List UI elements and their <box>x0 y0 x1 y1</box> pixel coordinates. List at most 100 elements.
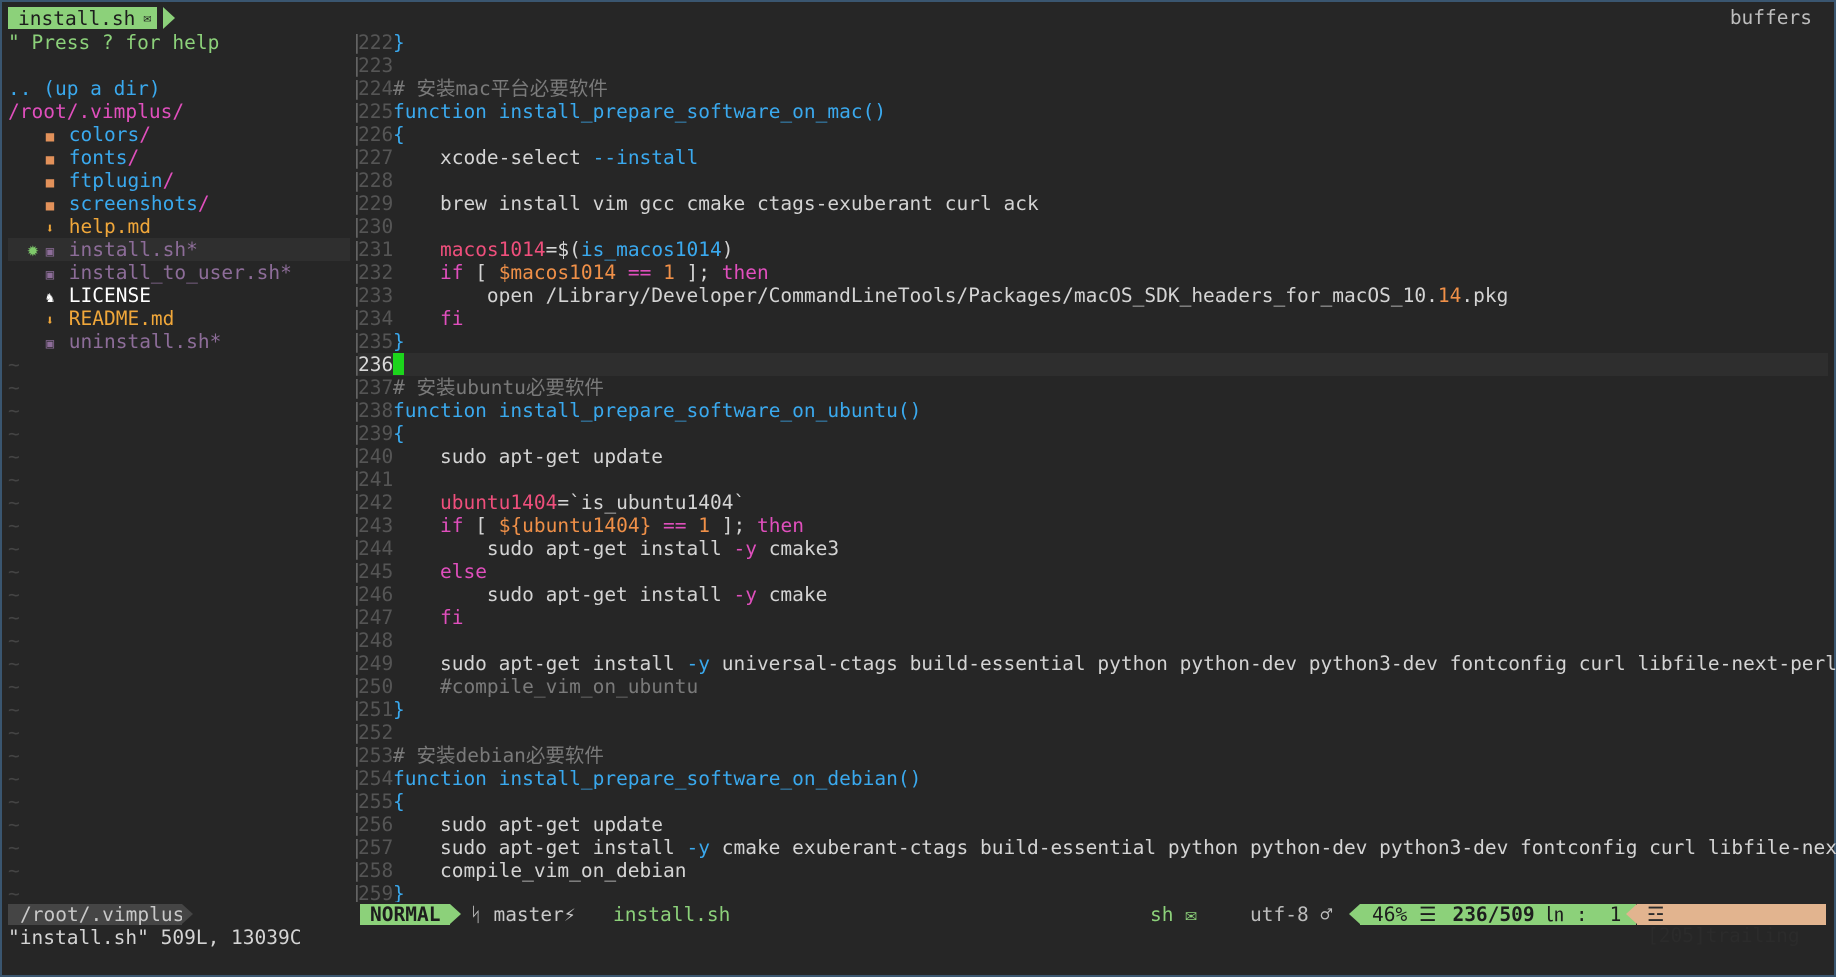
code-line[interactable]: 255{ <box>358 790 1828 813</box>
tree-root-path[interactable]: /root/.vimplus/ <box>8 100 350 123</box>
code-line[interactable]: 223 <box>358 54 1828 77</box>
tree-item[interactable]: ▣ uninstall.sh* <box>8 330 350 353</box>
git-branch-name: master⚡ <box>493 903 576 926</box>
mode-indicator: NORMAL <box>360 904 450 925</box>
code-line[interactable]: 231 macos1014=$(is_macos1014) <box>358 238 1828 261</box>
code-token: { <box>393 422 405 445</box>
code-line[interactable]: 232 if [ $macos1014 == 1 ]; then <box>358 261 1828 284</box>
code-line[interactable]: 243 if [ ${ubuntu1404} == 1 ]; then <box>358 514 1828 537</box>
tree-item[interactable]: ▣ install_to_user.sh* <box>8 261 350 284</box>
code-line[interactable]: 246 sudo apt-get install -y cmake <box>358 583 1828 606</box>
tree-item[interactable]: ✹ ▣ install.sh* <box>8 238 350 261</box>
code-line[interactable]: 244 sudo apt-get install -y cmake3 <box>358 537 1828 560</box>
tree-up-dir[interactable]: .. (up a dir) <box>8 77 350 100</box>
code-token: =`is_ubuntu1404` <box>557 491 746 514</box>
code-line[interactable]: 227 xcode-select --install <box>358 146 1828 169</box>
code-token: sudo apt-get install <box>393 537 734 560</box>
line-text: brew install vim gcc cmake ctags-exubera… <box>391 192 1039 215</box>
tree-item-name: install.sh* <box>68 238 198 261</box>
dir-slash: / <box>162 169 175 192</box>
tree-item[interactable]: ■ fonts/ <box>8 146 350 169</box>
text-cursor <box>393 353 404 375</box>
line-number: 237 <box>358 376 394 399</box>
code-line[interactable]: 252 <box>358 721 1828 744</box>
code-line[interactable]: 239{ <box>358 422 1828 445</box>
tabline: install.sh ✉ buffers <box>2 2 1834 31</box>
code-line[interactable]: 237 # 安装ubuntu必要软件 <box>358 376 1828 399</box>
line-number: 228 <box>358 169 394 192</box>
code-token: xcode-select <box>393 146 593 169</box>
line-number: 250 <box>358 675 394 698</box>
code-line[interactable]: 238 function install_prepare_software_on_… <box>358 399 1828 422</box>
code-token: fi <box>439 307 464 330</box>
line-text: # 安装ubuntu必要软件 <box>391 376 604 399</box>
tab-install-sh[interactable]: install.sh ✉ <box>8 7 158 30</box>
code-line[interactable]: 234 fi <box>358 307 1828 330</box>
code-token: -y <box>686 836 710 859</box>
code-line[interactable]: 240 sudo apt-get update <box>358 445 1828 468</box>
code-line[interactable]: 242 ubuntu1404=`is_ubuntu1404` <box>358 491 1828 514</box>
code-line[interactable]: 256 sudo apt-get update <box>358 813 1828 836</box>
code-line[interactable]: 247 fi <box>358 606 1828 629</box>
editor-buffer[interactable]: 222} 223 224 # 安装mac平台必要软件 225 function insta… <box>358 31 1836 905</box>
empty-line-tilde: ~ <box>8 652 20 675</box>
code-line[interactable]: 222} <box>358 31 1828 54</box>
tree-item-name: LICENSE <box>68 284 151 307</box>
tree-item[interactable]: ■ ftplugin/ <box>8 169 350 192</box>
code-line[interactable]: 253 # 安装debian必要软件 <box>358 744 1828 767</box>
line-text <box>391 54 393 77</box>
code-line[interactable]: 251} <box>358 698 1828 721</box>
vertical-split[interactable]: |||||||||||||||||||||||||||||||||||||| <box>351 31 363 905</box>
tree-item[interactable]: ♞ LICENSE <box>8 284 350 307</box>
empty-line-tilde: ~ <box>8 468 20 491</box>
code-token: cmake <box>756 583 828 606</box>
code-line[interactable]: 248 <box>358 629 1828 652</box>
code-line[interactable]: 236 <box>358 353 1828 376</box>
line-text: open /Library/Developer/CommandLineTools… <box>391 284 1508 307</box>
line-number: 239 <box>358 422 394 445</box>
line-number: 225 <box>358 100 394 123</box>
status-encoding: utf-8 ♂ <box>1250 903 1333 926</box>
code-line[interactable]: 224 # 安装mac平台必要软件 <box>358 77 1828 100</box>
code-line[interactable]: 235} <box>358 330 1828 353</box>
code-line[interactable]: 230 <box>358 215 1828 238</box>
line-number: 231 <box>358 238 394 261</box>
code-token: == <box>616 261 664 284</box>
code-token: # 安装mac平台必要软件 <box>393 77 608 100</box>
code-token: sudo apt-get install <box>393 836 687 859</box>
command-line[interactable]: "install.sh" 509L, 13039C <box>8 926 302 950</box>
tree-item[interactable]: ⬇ README.md <box>8 307 350 330</box>
tree-item[interactable]: ⬇ help.md <box>8 215 350 238</box>
line-text <box>391 169 393 192</box>
tree-item-name: install_to_user.sh* <box>68 261 292 284</box>
line-text: { <box>391 790 405 813</box>
empty-line-tilde: ~ <box>8 422 20 445</box>
tree-item-name: README.md <box>68 307 175 330</box>
line-number: 258 <box>358 859 394 882</box>
line-number: 246 <box>358 583 394 606</box>
empty-line-tilde: ~ <box>8 767 20 790</box>
code-line[interactable]: 226{ <box>358 123 1828 146</box>
code-token: } <box>393 330 405 353</box>
code-line[interactable]: 229 brew install vim gcc cmake ctags-exu… <box>358 192 1828 215</box>
code-line[interactable]: 258 compile_vim_on_debian <box>358 859 1828 882</box>
code-token: is_macos1014 <box>580 238 722 261</box>
git-branch: ᛋ master⚡ <box>470 904 576 925</box>
code-line[interactable]: 254 function install_prepare_software_on_… <box>358 767 1828 790</box>
line-text: sudo apt-get update <box>391 813 663 836</box>
empty-line-tilde: ~ <box>8 399 20 422</box>
code-line[interactable]: 241 <box>358 468 1828 491</box>
code-line[interactable]: 225 function install_prepare_software_on_… <box>358 100 1828 123</box>
tree-item[interactable]: ■ screenshots/ <box>8 192 350 215</box>
code-line[interactable]: 250 #compile_vim_on_ubuntu <box>358 675 1828 698</box>
buffers-label[interactable]: buffers <box>1730 5 1812 31</box>
code-line[interactable]: 245 else <box>358 560 1828 583</box>
code-line[interactable]: 228 <box>358 169 1828 192</box>
code-line[interactable]: 257 sudo apt-get install -y cmake exuber… <box>358 836 1836 859</box>
code-line[interactable]: 249 sudo apt-get install -y universal-ct… <box>358 652 1836 675</box>
code-line[interactable]: 233 open /Library/Developer/CommandLineT… <box>358 284 1828 307</box>
tree-item[interactable]: ■ colors/ <box>8 123 350 146</box>
code-token: { <box>393 790 405 813</box>
tree-blank <box>8 54 350 77</box>
